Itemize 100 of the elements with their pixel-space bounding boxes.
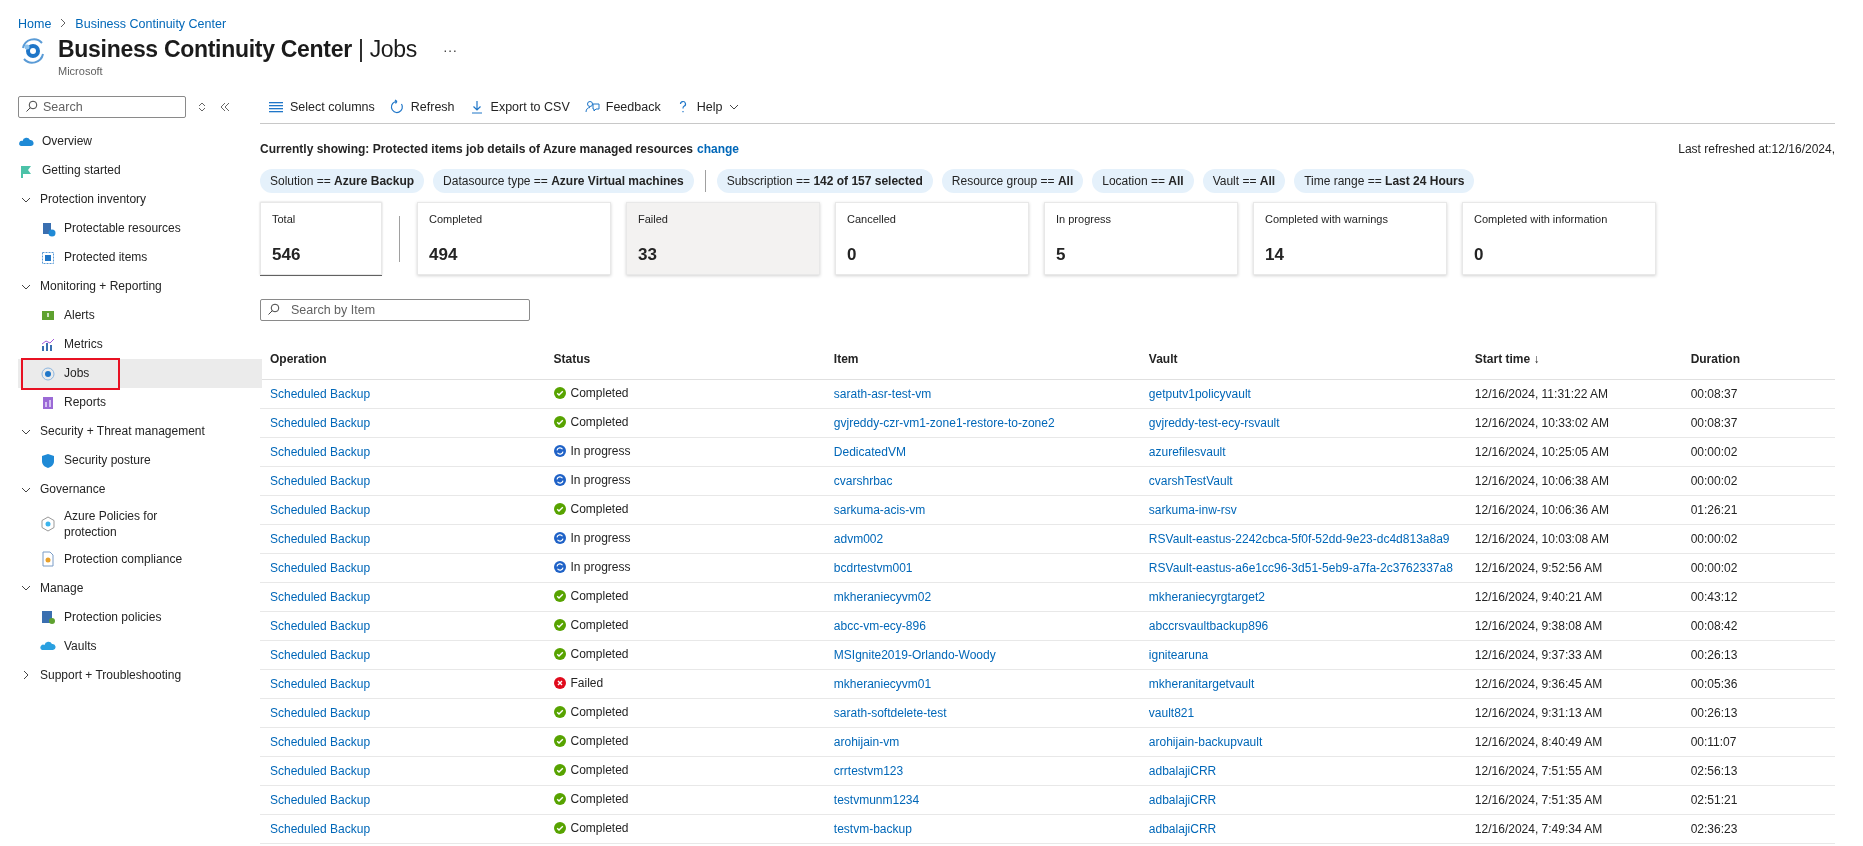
nav-item[interactable]: Alerts <box>18 301 262 330</box>
column-header[interactable]: Operation <box>260 339 544 379</box>
toolbar-button[interactable]: Select columns <box>268 99 375 115</box>
vault-link[interactable]: adbalajiCRR <box>1148 763 1217 778</box>
nav-item[interactable]: Vaults <box>18 631 262 661</box>
operation-link[interactable]: Scheduled Backup <box>270 444 371 459</box>
nav-group[interactable]: Manage <box>18 573 262 603</box>
breadcrumb-link[interactable]: Home <box>18 16 52 31</box>
vault-link[interactable]: getputv1policyvault <box>1148 386 1251 401</box>
nav-group[interactable]: Governance <box>18 475 262 504</box>
nav-group[interactable]: Protection inventory <box>18 185 262 214</box>
summary-card[interactable]: Completed with information 0 <box>1462 202 1656 275</box>
status-text: Completed <box>570 501 629 516</box>
column-header[interactable]: Item <box>823 339 1139 379</box>
nav-item[interactable]: Protectable resources <box>18 214 262 243</box>
filter-pill[interactable]: Datasource type == Azure Virtual machines <box>433 169 694 193</box>
operation-link[interactable]: Scheduled Backup <box>270 415 371 430</box>
operation-link[interactable]: Scheduled Backup <box>270 386 371 401</box>
search-field[interactable]: Search <box>18 96 186 118</box>
filter-pill[interactable]: Location == All <box>1092 169 1194 193</box>
operation-link[interactable]: Scheduled Backup <box>270 618 371 633</box>
summary-card[interactable]: Failed 33 <box>626 202 820 275</box>
vault-link[interactable]: cvarshTestVault <box>1148 473 1233 488</box>
vault-link[interactable]: ignitearuna <box>1148 647 1209 662</box>
nav-item[interactable]: Protection policies <box>18 602 262 632</box>
item-link[interactable]: DedicatedVM <box>833 444 906 459</box>
operation-link[interactable]: Scheduled Backup <box>270 821 371 836</box>
vault-link[interactable]: mkheranitargetvault <box>1148 676 1255 691</box>
item-link[interactable]: bcdrtestvm001 <box>833 560 913 575</box>
item-link[interactable]: cvarshrbac <box>833 473 893 488</box>
item-link[interactable]: mkheraniecyvm02 <box>833 589 932 604</box>
summary-card[interactable]: Total 546 <box>260 202 382 275</box>
breadcrumb-link[interactable]: Business Continuity Center <box>75 16 227 31</box>
summary-card[interactable]: Completed 494 <box>417 202 611 275</box>
vault-link[interactable]: adbalajiCRR <box>1148 821 1217 836</box>
vault-link[interactable]: adbalajiCRR <box>1148 792 1217 807</box>
item-link[interactable]: mkheraniecyvm01 <box>833 676 932 691</box>
operation-link[interactable]: Scheduled Backup <box>270 502 371 517</box>
nav-item[interactable]: Security posture <box>18 446 262 475</box>
item-link[interactable]: crrtestvm123 <box>833 763 904 778</box>
operation-link[interactable]: Scheduled Backup <box>270 676 371 691</box>
nav-item[interactable]: Reports <box>18 388 262 417</box>
nav-group[interactable]: Monitoring + Reporting <box>18 272 262 301</box>
filter-pill[interactable]: Vault == All <box>1202 169 1286 193</box>
item-link[interactable]: sarkuma-acis-vm <box>833 502 926 517</box>
item-link[interactable]: arohijain-vm <box>833 734 900 749</box>
nav-group[interactable]: Security + Threat management <box>18 417 262 446</box>
column-header[interactable]: Status <box>543 339 824 379</box>
operation-link[interactable]: Scheduled Backup <box>270 763 371 778</box>
search-field[interactable]: Search by Item <box>260 299 530 321</box>
filter-pill[interactable]: Time range == Last 24 Hours <box>1294 169 1475 193</box>
summary-card[interactable]: In progress 5 <box>1044 202 1238 275</box>
operation-link[interactable]: Scheduled Backup <box>270 531 371 546</box>
operation-link[interactable]: Scheduled Backup <box>270 705 371 720</box>
sort-icon[interactable] <box>196 100 208 114</box>
operation-link[interactable]: Scheduled Backup <box>270 734 371 749</box>
item-link[interactable]: sarath-asr-test-vm <box>833 386 932 401</box>
toolbar-button[interactable]: Refresh <box>388 99 455 115</box>
operation-link[interactable]: Scheduled Backup <box>270 792 371 807</box>
nav-item[interactable]: Jobs <box>18 359 262 388</box>
collapse-icon[interactable] <box>218 100 232 114</box>
nav-item[interactable]: Protection compliance <box>18 544 262 574</box>
toolbar-button[interactable]: Export to CSV <box>468 99 570 115</box>
item-link[interactable]: testvmunm1234 <box>833 792 920 807</box>
nav-item[interactable]: Protected items <box>18 243 262 272</box>
column-header[interactable]: Duration <box>1680 339 1835 379</box>
vault-link[interactable]: arohijain-backupvault <box>1148 734 1263 749</box>
item-link[interactable]: sarath-softdelete-test <box>833 705 947 720</box>
filter-pill[interactable]: Subscription == 142 of 157 selected <box>716 169 933 193</box>
operation-link[interactable]: Scheduled Backup <box>270 647 371 662</box>
nav-item[interactable]: Azure Policies for protection <box>18 504 262 545</box>
vault-link[interactable]: azurefilesvault <box>1148 444 1226 459</box>
item-link[interactable]: advm002 <box>833 531 884 546</box>
vault-link[interactable]: RSVault-eastus-2242cbca-5f0f-52dd-9e23-dc4d813a8a9 <box>1148 531 1450 546</box>
vault-link[interactable]: gvjreddy-test-ecy-rsvault <box>1148 415 1280 430</box>
vault-link[interactable]: RSVault-eastus-a6e1cc96-3d51-5eb9-a7fa-2c3762337a8 <box>1148 560 1453 575</box>
column-header[interactable]: Start time ↓ <box>1464 339 1681 379</box>
operation-link[interactable]: Scheduled Backup <box>270 560 371 575</box>
more-button[interactable]: ··· <box>439 41 462 58</box>
vault-link[interactable]: vault821 <box>1148 705 1195 720</box>
item-link[interactable]: gvjreddy-czr-vm1-zone1-restore-to-zone2 <box>833 415 1055 430</box>
vault-link[interactable]: sarkuma-inw-rsv <box>1148 502 1237 517</box>
vault-link[interactable]: mkheraniecyrgtarget2 <box>1148 589 1265 604</box>
nav-item[interactable]: Getting started <box>18 156 262 185</box>
toolbar-button[interactable]: Feedback <box>583 99 661 115</box>
column-header[interactable]: Vault <box>1138 339 1465 379</box>
vault-link[interactable]: abccrsvaultbackup896 <box>1148 618 1269 633</box>
nav-item[interactable]: Metrics <box>18 330 262 359</box>
item-link[interactable]: abcc-vm-ecy-896 <box>833 618 926 633</box>
filter-pill[interactable]: Resource group == All <box>941 169 1084 193</box>
change-link[interactable]: change <box>697 142 739 156</box>
item-link[interactable]: testvm-backup <box>833 821 912 836</box>
toolbar-button[interactable]: Help <box>674 99 741 115</box>
nav-group[interactable]: Support + Troubleshooting <box>18 660 262 690</box>
summary-card[interactable]: Cancelled 0 <box>835 202 1029 275</box>
operation-link[interactable]: Scheduled Backup <box>270 473 371 488</box>
summary-card[interactable]: Completed with warnings 14 <box>1253 202 1447 275</box>
operation-link[interactable]: Scheduled Backup <box>270 589 371 604</box>
filter-pill[interactable]: Solution == Azure Backup <box>260 169 425 193</box>
item-link[interactable]: MSIgnite2019-Orlando-Woody <box>833 647 996 662</box>
